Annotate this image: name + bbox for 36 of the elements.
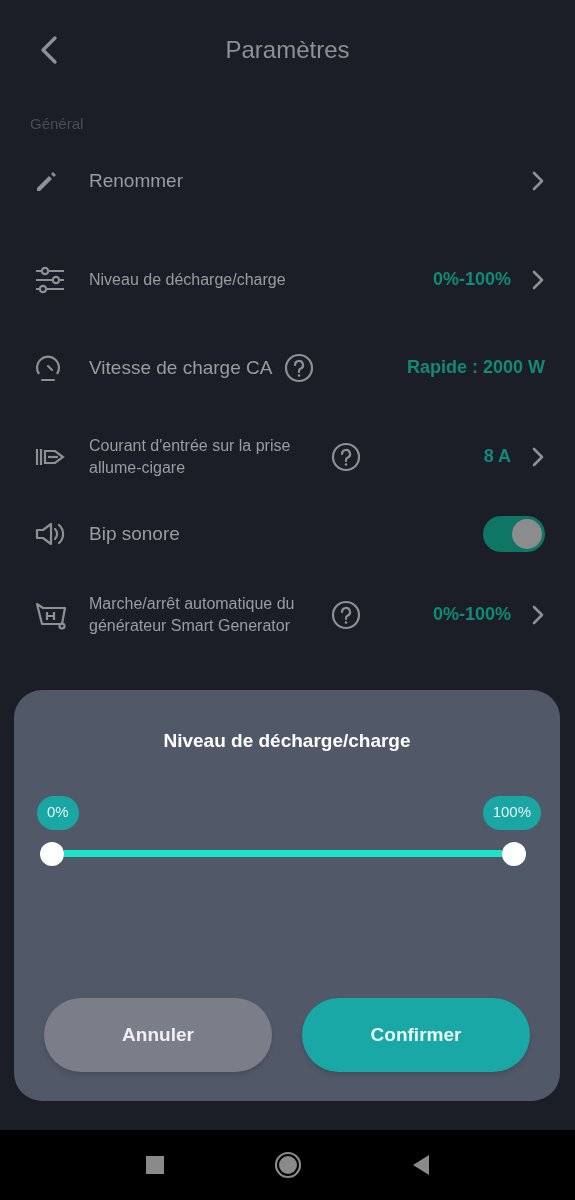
setting-label: Marche/arrêt automatique du générateur Smart Generator — [89, 593, 296, 636]
help-icon[interactable] — [284, 352, 315, 383]
chevron-right-icon — [531, 603, 545, 626]
chevron-right-icon — [531, 445, 545, 468]
settings-row[interactable]: Courant d'entrée sur la prise allume-cigare 8 A — [0, 411, 575, 502]
settings-row[interactable]: Renommer — [0, 136, 575, 225]
page-title: Paramètres — [225, 35, 350, 65]
setting-label: Niveau de décharge/charge — [89, 269, 286, 290]
setting-label: Vitesse de charge CA — [89, 356, 273, 379]
setting-value: 8 A — [483, 445, 511, 468]
slider-thumb[interactable] — [40, 841, 64, 866]
value-chip: 100% — [482, 795, 541, 830]
settings-row[interactable]: Niveau de décharge/charge 0%-100% — [0, 235, 575, 324]
help-icon[interactable] — [331, 441, 361, 472]
settings-row[interactable]: Vitesse de charge CA Rapide : 2000 W — [0, 323, 575, 412]
setting-value: 0%-100% — [432, 603, 511, 626]
dialog-title: Niveau de décharge/charge — [163, 729, 411, 753]
recents-icon[interactable] — [145, 1156, 164, 1174]
setting-label: Courant d'entrée sur la prise allume-cigare — [89, 435, 292, 478]
slider-thumb[interactable] — [502, 841, 526, 866]
setting-label: Renommer — [89, 169, 183, 192]
setting-value: Rapide : 2000 W — [406, 356, 545, 379]
settings-row[interactable]: Marche/arrêt automatique du générateur Smart Generator 0%-100% — [0, 565, 575, 664]
setting-value: 0%-100% — [432, 268, 511, 291]
cancel-button[interactable]: Annuler — [44, 998, 272, 1072]
settings-row[interactable]: Bip sonore — [0, 501, 575, 566]
back-icon[interactable] — [38, 35, 60, 65]
back-nav-icon[interactable] — [411, 1154, 430, 1176]
chevron-right-icon — [531, 268, 545, 291]
value-chip: 0% — [37, 795, 79, 830]
home-icon[interactable] — [273, 1151, 302, 1179]
sliders-icon — [34, 265, 66, 294]
help-icon[interactable] — [331, 599, 361, 630]
chevron-right-icon — [531, 169, 545, 192]
setting-label: Bip sonore — [89, 522, 180, 545]
toggle-switch[interactable] — [483, 515, 545, 552]
